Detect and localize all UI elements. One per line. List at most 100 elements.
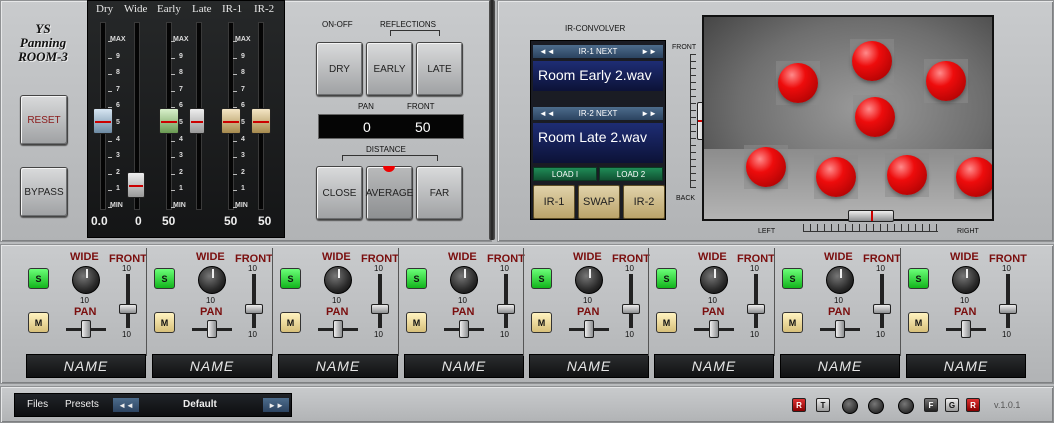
fader-cap-early[interactable] — [159, 108, 179, 134]
source-ball[interactable] — [926, 61, 966, 101]
front-slider-track[interactable] — [754, 274, 758, 328]
close-button[interactable]: CLOSE — [316, 166, 363, 220]
channel-name[interactable]: NAME — [278, 354, 398, 378]
front-slider-cap[interactable] — [497, 304, 515, 314]
wide-knob[interactable] — [575, 266, 603, 294]
r-mini-button[interactable]: R — [966, 398, 980, 412]
source-ball[interactable] — [778, 63, 818, 103]
solo-button[interactable]: S — [406, 268, 427, 289]
dry-button[interactable]: DRY — [316, 42, 363, 96]
g-mini-button[interactable]: G — [945, 398, 959, 412]
front-value[interactable]: 50 — [415, 119, 431, 135]
output-knob-3[interactable] — [898, 398, 914, 414]
files-menu[interactable]: Files — [27, 399, 48, 410]
pan-slider-cap[interactable] — [333, 320, 343, 338]
source-ball[interactable] — [855, 97, 895, 137]
mute-button[interactable]: M — [154, 312, 175, 333]
reset-button[interactable]: RESET — [20, 95, 68, 145]
solo-button[interactable]: S — [782, 268, 803, 289]
t-mini-button[interactable]: T — [816, 398, 830, 412]
solo-button[interactable]: S — [531, 268, 552, 289]
wide-knob[interactable] — [952, 266, 980, 294]
channel-name[interactable]: NAME — [654, 354, 774, 378]
fader-cap-late[interactable] — [189, 108, 205, 134]
fader-cap-ir1[interactable] — [221, 108, 241, 134]
pan-slider-cap[interactable] — [584, 320, 594, 338]
f-mini-button[interactable]: F — [924, 398, 938, 412]
front-slider-track[interactable] — [504, 274, 508, 328]
pan-slider-cap[interactable] — [709, 320, 719, 338]
fader-cap-wide[interactable] — [127, 172, 145, 198]
reset-mini-button[interactable]: R — [792, 398, 806, 412]
pan-slider-cap[interactable] — [81, 320, 91, 338]
late-button[interactable]: LATE — [416, 42, 463, 96]
source-ball[interactable] — [887, 155, 927, 195]
solo-button[interactable]: S — [908, 268, 929, 289]
output-knob-2[interactable] — [868, 398, 884, 414]
front-slider-cap[interactable] — [622, 304, 640, 314]
wide-knob[interactable] — [700, 266, 728, 294]
mute-button[interactable]: M — [28, 312, 49, 333]
preset-prev-button[interactable]: ◄◄ — [113, 398, 139, 412]
front-slider-cap[interactable] — [245, 304, 263, 314]
fader-cap-ir2[interactable] — [251, 108, 271, 134]
output-knob-1[interactable] — [842, 398, 858, 414]
ir1-select-button[interactable]: IR-1 — [533, 185, 575, 219]
source-ball[interactable] — [746, 147, 786, 187]
solo-button[interactable]: S — [280, 268, 301, 289]
left-right-slider-cap[interactable] — [848, 210, 894, 222]
pan-slider-cap[interactable] — [459, 320, 469, 338]
front-slider-cap[interactable] — [747, 304, 765, 314]
pan-slider-cap[interactable] — [835, 320, 845, 338]
load-ir2-button[interactable]: LOAD 2 — [599, 167, 663, 181]
front-slider-track[interactable] — [126, 274, 130, 328]
channel-name[interactable]: NAME — [26, 354, 146, 378]
front-slider-track[interactable] — [252, 274, 256, 328]
front-slider-cap[interactable] — [119, 304, 137, 314]
pan-slider-cap[interactable] — [207, 320, 217, 338]
mute-button[interactable]: M — [908, 312, 929, 333]
swap-button[interactable]: SWAP — [578, 185, 620, 219]
pan-slider-cap[interactable] — [961, 320, 971, 338]
mute-button[interactable]: M — [656, 312, 677, 333]
front-slider-track[interactable] — [1006, 274, 1010, 328]
channel-name[interactable]: NAME — [780, 354, 900, 378]
ir2-select-button[interactable]: IR-2 — [623, 185, 665, 219]
ir2-next-button[interactable]: ◄◄ IR-2 NEXT ►► — [533, 107, 663, 120]
bypass-button[interactable]: BYPASS — [20, 167, 68, 217]
far-button[interactable]: FAR — [416, 166, 463, 220]
average-button[interactable]: AVERAGE — [366, 166, 413, 220]
room-view[interactable] — [702, 15, 994, 221]
front-slider-cap[interactable] — [873, 304, 891, 314]
mute-button[interactable]: M — [406, 312, 427, 333]
mute-button[interactable]: M — [531, 312, 552, 333]
front-slider-track[interactable] — [378, 274, 382, 328]
source-ball[interactable] — [816, 157, 856, 197]
channel-name[interactable]: NAME — [529, 354, 649, 378]
wide-knob[interactable] — [72, 266, 100, 294]
solo-button[interactable]: S — [154, 268, 175, 289]
channel-name[interactable]: NAME — [152, 354, 272, 378]
front-slider-cap[interactable] — [999, 304, 1017, 314]
mute-button[interactable]: M — [280, 312, 301, 333]
early-button[interactable]: EARLY — [366, 42, 413, 96]
front-slider-track[interactable] — [880, 274, 884, 328]
source-ball[interactable] — [956, 157, 992, 197]
load-ir1-button[interactable]: LOAD I — [533, 167, 597, 181]
channel-name[interactable]: NAME — [906, 354, 1026, 378]
solo-button[interactable]: S — [28, 268, 49, 289]
presets-menu[interactable]: Presets — [65, 399, 99, 410]
pan-value[interactable]: 0 — [363, 119, 371, 135]
front-slider-cap[interactable] — [371, 304, 389, 314]
preset-next-button[interactable]: ►► — [263, 398, 289, 412]
source-ball[interactable] — [852, 41, 892, 81]
solo-button[interactable]: S — [656, 268, 677, 289]
mute-button[interactable]: M — [782, 312, 803, 333]
wide-knob[interactable] — [450, 266, 478, 294]
wide-knob[interactable] — [826, 266, 854, 294]
channel-name[interactable]: NAME — [404, 354, 524, 378]
fader-cap-dry[interactable] — [93, 108, 113, 134]
wide-knob[interactable] — [324, 266, 352, 294]
front-slider-track[interactable] — [629, 274, 633, 328]
ir1-next-button[interactable]: ◄◄ IR-1 NEXT ►► — [533, 45, 663, 58]
